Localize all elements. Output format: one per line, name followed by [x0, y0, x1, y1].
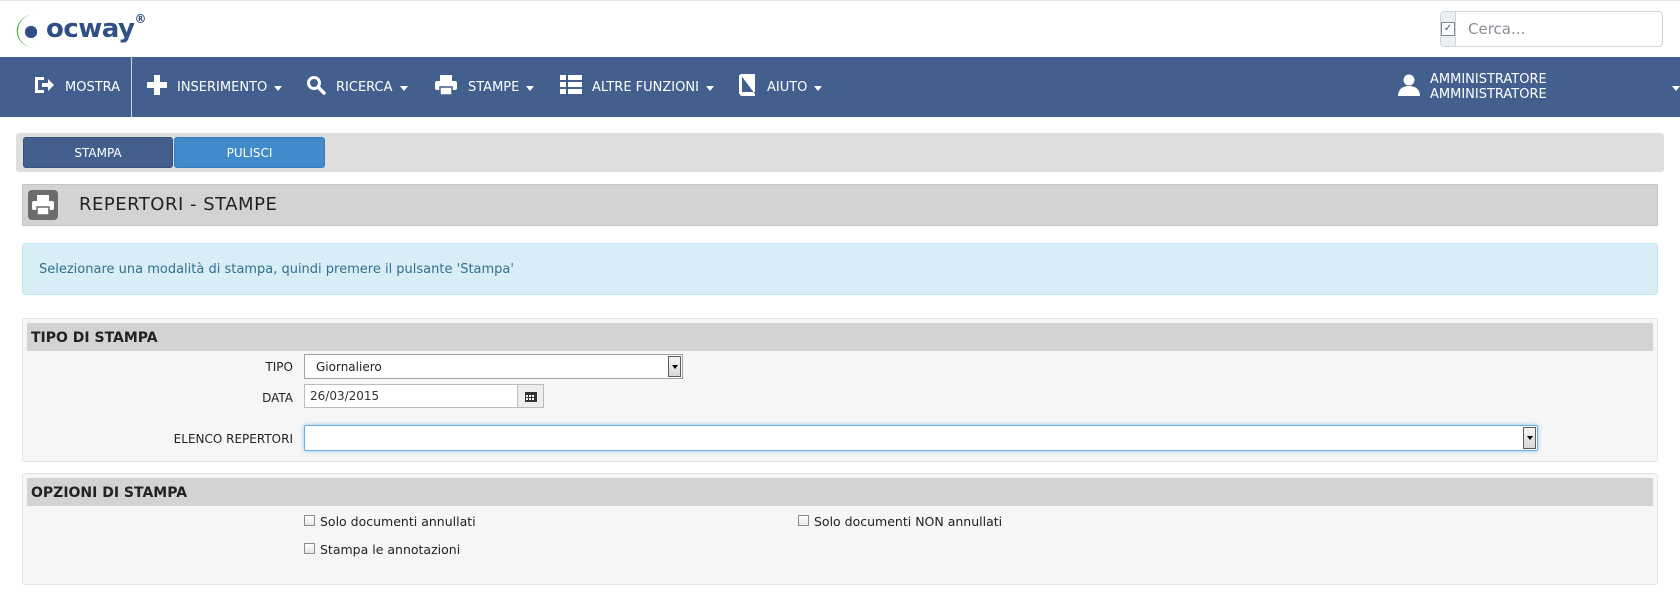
elenco-repertori-select[interactable]	[304, 425, 1538, 451]
elenco-repertori-label: ELENCO REPERTORI	[173, 432, 293, 446]
docway-logo[interactable]: ocway®	[16, 9, 146, 53]
fieldset-legend: TIPO DI STAMPA	[27, 323, 1653, 351]
logo-mark-icon	[16, 14, 38, 48]
user-name: AMMINISTRATORE AMMINISTRATORE	[1430, 72, 1547, 102]
option-stampa-annotazioni[interactable]: Stampa le annotazioni	[304, 542, 460, 557]
option-label: Solo documenti NON annullati	[814, 514, 1003, 529]
info-alert: Selezionare una modalità di stampa, quin…	[22, 243, 1658, 295]
nav-label: STAMPE	[468, 79, 520, 95]
pulisci-button[interactable]: PULISCI	[174, 137, 325, 168]
info-alert-text: Selezionare una modalità di stampa, quin…	[39, 262, 514, 277]
nav-user-menu[interactable]: AMMINISTRATORE AMMINISTRATORE	[1398, 57, 1680, 117]
data-label: DATA	[262, 391, 293, 405]
search-icon	[306, 75, 326, 99]
chevron-down-icon	[1672, 85, 1680, 91]
search-scope-checkbox[interactable]: ✓	[1441, 22, 1455, 36]
book-icon	[737, 74, 757, 100]
tipo-label: TIPO	[265, 360, 293, 374]
search-scope-addon[interactable]: ✓	[1441, 12, 1456, 46]
main-navbar: MOSTRA INSERIMENTO RICERCA STAMPE ALTRE …	[0, 57, 1680, 117]
fieldset-legend: OPZIONI DI STAMPA	[27, 478, 1653, 506]
nav-mostra[interactable]: MOSTRA	[33, 57, 120, 117]
page-title: REPERTORI - STAMPE	[79, 194, 278, 215]
print-icon	[434, 75, 458, 99]
option-solo-annullati[interactable]: Solo documenti annullati	[304, 514, 476, 529]
opzioni-di-stampa-fieldset: OPZIONI DI STAMPA Solo documenti annulla…	[22, 473, 1658, 585]
nav-stampe[interactable]: STAMPE	[434, 57, 535, 117]
chevron-down-icon	[705, 85, 714, 91]
data-field-value: 26/03/2015	[310, 389, 380, 403]
chevron-down-icon[interactable]	[668, 356, 681, 377]
option-label: Stampa le annotazioni	[320, 542, 461, 557]
plus-icon	[147, 75, 167, 99]
sign-out-icon	[33, 75, 55, 99]
tipo-select[interactable]: Giornaliero	[304, 354, 683, 379]
nav-label: RICERCA	[336, 79, 393, 95]
nav-ricerca[interactable]: RICERCA	[306, 57, 408, 117]
nav-inserimento[interactable]: INSERIMENTO	[147, 57, 283, 117]
top-header: ocway® ✓	[0, 0, 1680, 57]
user-icon	[1398, 74, 1420, 100]
chevron-down-icon	[399, 85, 408, 91]
tipo-select-value: Giornaliero	[316, 360, 382, 374]
nav-label: INSERIMENTO	[177, 79, 268, 95]
nav-aiuto[interactable]: AIUTO	[737, 57, 823, 117]
list-icon	[560, 75, 582, 99]
stampa-button[interactable]: STAMPA	[23, 137, 173, 168]
tipo-di-stampa-fieldset: TIPO DI STAMPA TIPO Giornaliero DATA 26/…	[22, 318, 1658, 462]
checkbox[interactable]	[304, 543, 315, 554]
chevron-down-icon	[274, 85, 283, 91]
data-field[interactable]: 26/03/2015	[304, 384, 544, 408]
logo-text: ocway®	[46, 12, 146, 44]
chevron-down-icon[interactable]	[1523, 427, 1536, 449]
nav-label: ALTRE FUNZIONI	[592, 79, 699, 95]
checkbox[interactable]	[798, 515, 809, 526]
page-title-bar: REPERTORI - STAMPE	[22, 184, 1658, 226]
chevron-down-icon	[814, 85, 823, 91]
nav-label: AIUTO	[767, 79, 808, 95]
action-toolbar: STAMPA PULISCI	[16, 133, 1664, 172]
chevron-down-icon	[526, 85, 535, 91]
nav-altre-funzioni[interactable]: ALTRE FUNZIONI	[560, 57, 714, 117]
option-label: Solo documenti annullati	[320, 514, 476, 529]
nav-separator	[131, 57, 132, 117]
search-input[interactable]	[1456, 12, 1674, 46]
search-box: ✓	[1440, 11, 1674, 47]
calendar-icon[interactable]	[517, 385, 543, 407]
nav-label: MOSTRA	[65, 79, 121, 95]
option-solo-non-annullati[interactable]: Solo documenti NON annullati	[798, 514, 1002, 529]
print-icon	[28, 190, 58, 220]
checkbox[interactable]	[304, 515, 315, 526]
